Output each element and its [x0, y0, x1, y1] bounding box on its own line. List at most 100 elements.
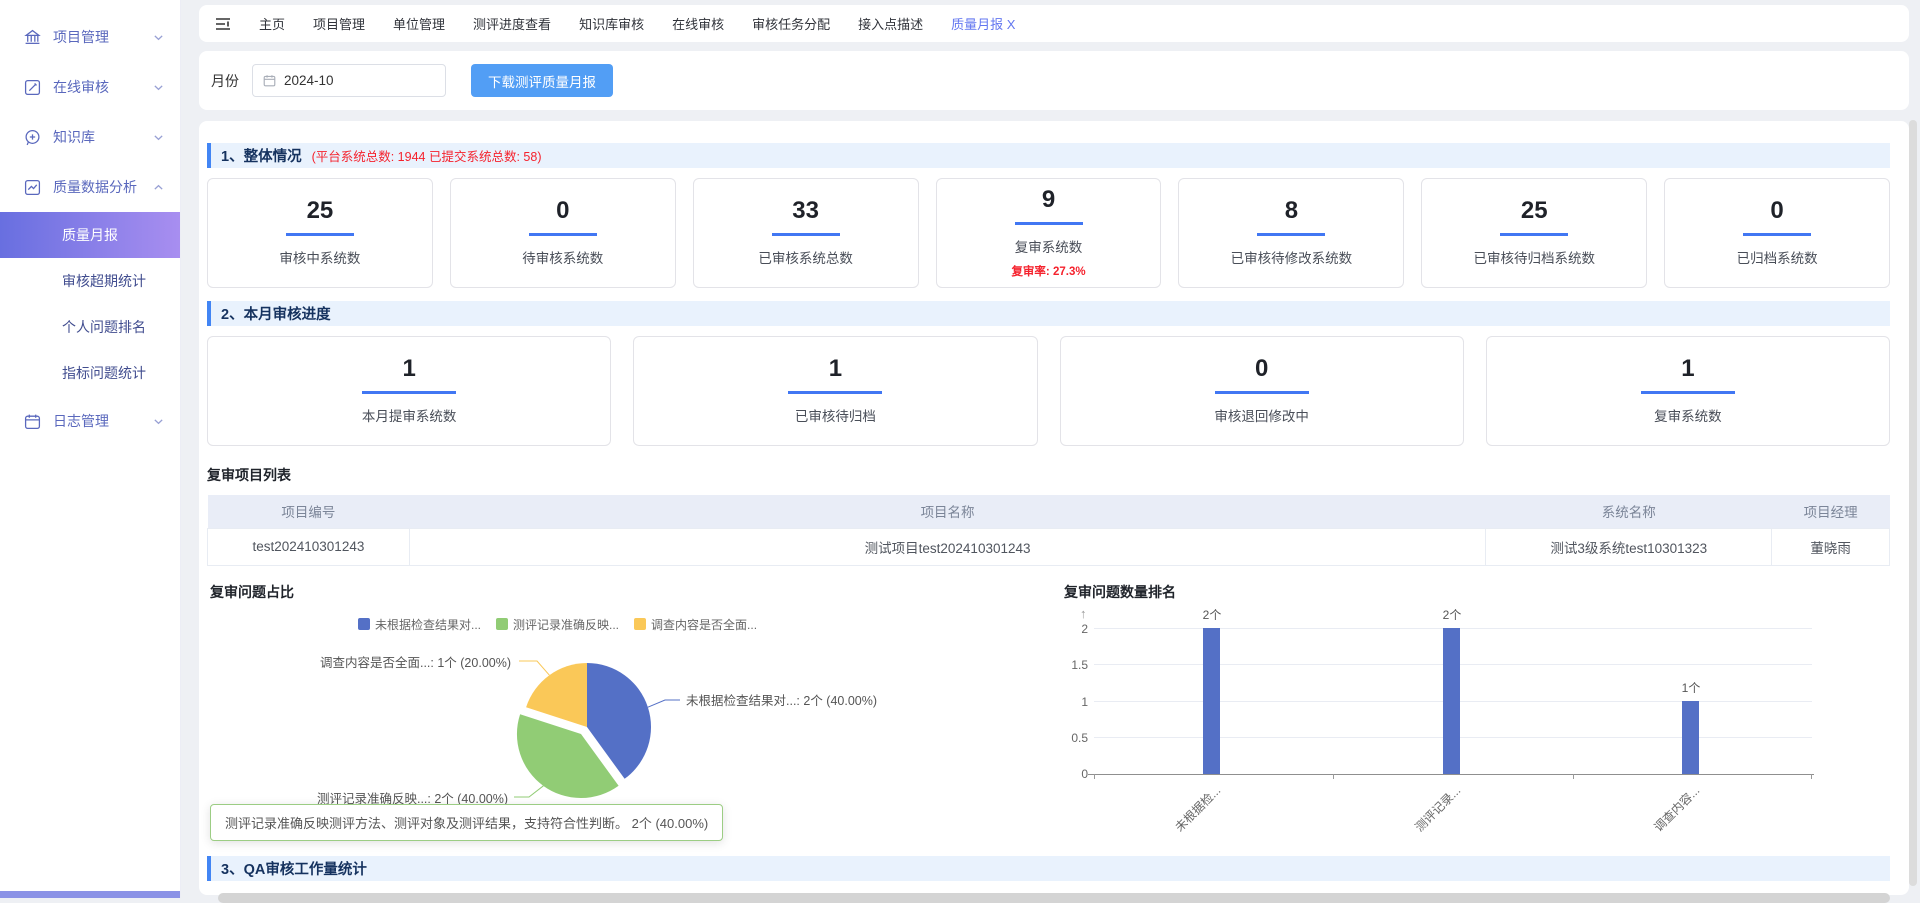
month-picker-input[interactable]: 2024-10	[252, 64, 446, 97]
section1-header: 1、整体情况 (平台系统总数: 1944 已提交系统总数: 58)	[207, 143, 1890, 168]
calendar-icon	[263, 74, 276, 87]
collapse-menu-icon[interactable]	[215, 17, 231, 31]
callout-line-green	[514, 785, 543, 796]
edit-square-icon	[24, 79, 41, 96]
table-row: test202410301243 测试项目test202410301243 测试…	[208, 528, 1890, 565]
review-project-table: 项目编号 项目名称 系统名称 项目经理 test202410301243 测试项…	[207, 495, 1890, 566]
stat-underline	[1500, 233, 1568, 236]
pie-chart-panel: 复审问题占比 未根据检查结果对... 测评记录准确反映... 调查内容是否全面.…	[210, 582, 962, 844]
pie-slice-yellow[interactable]	[526, 663, 587, 727]
bar-issue-1[interactable]	[1203, 628, 1220, 774]
y-tick: 0.5	[1064, 731, 1088, 745]
charts-row: 复审问题占比 未根据检查结果对... 测评记录准确反映... 调查内容是否全面.…	[207, 580, 1890, 844]
cell-project-name: 测试项目test202410301243	[409, 528, 1485, 565]
chevron-down-icon	[153, 82, 164, 93]
sidebar-item-online-review[interactable]: 在线审核	[0, 62, 180, 112]
stat-card-month-to-archive: 1 已审核待归档	[633, 336, 1037, 446]
table-header-row: 项目编号 项目名称 系统名称 项目经理	[208, 495, 1890, 528]
tab-close-icon[interactable]: X	[1007, 17, 1016, 32]
sidebar-subitem-label: 指标问题统计	[62, 363, 146, 383]
sidebar-item-label: 日志管理	[53, 411, 109, 431]
pie-tooltip: 测评记录准确反映测评方法、测评对象及测评结果，支持符合性判断。 2个 (40.0…	[210, 804, 723, 841]
cell-system-name: 测试3级系统test10301323	[1486, 528, 1772, 565]
pie-chart-title: 复审问题占比	[210, 582, 962, 602]
chevron-down-icon	[153, 132, 164, 143]
stat-card-month-submitted: 1 本月提审系统数	[207, 336, 611, 446]
tab-project-mgmt[interactable]: 项目管理	[313, 14, 365, 33]
col-project-manager: 项目经理	[1772, 495, 1890, 528]
col-project-id: 项目编号	[208, 495, 410, 528]
y-tick: 1	[1064, 695, 1088, 709]
stat-card-to-archive: 25 已审核待归档系统数	[1421, 178, 1647, 288]
download-report-button[interactable]: 下载测评质量月报	[471, 64, 613, 97]
bar-chart-title: 复审问题数量排名	[1064, 582, 1884, 602]
bank-icon	[24, 29, 41, 46]
sidebar-item-label: 项目管理	[53, 27, 109, 47]
chart-document-icon	[24, 179, 41, 196]
sidebar-item-log-mgmt[interactable]: 日志管理	[0, 396, 180, 446]
tab-eval-progress[interactable]: 测评进度查看	[473, 14, 551, 33]
tab-task-assignment[interactable]: 审核任务分配	[752, 14, 830, 33]
bar-issue-2[interactable]	[1443, 628, 1460, 774]
stat-label: 已审核待归档	[795, 405, 876, 425]
stat-card-to-modify: 8 已审核待修改系统数	[1178, 178, 1404, 288]
vertical-scrollbar[interactable]	[1909, 120, 1917, 886]
stat-label: 本月提审系统数	[362, 405, 457, 425]
bar-value-label: 2个	[1190, 606, 1234, 623]
stat-underline	[1641, 391, 1735, 394]
stat-value: 0	[1255, 357, 1268, 381]
report-content: 1、整体情况 (平台系统总数: 1944 已提交系统总数: 58) 25 审核中…	[199, 121, 1909, 895]
bar-issue-3[interactable]	[1682, 701, 1699, 774]
sidebar-bottom-strip	[0, 891, 180, 898]
section2-header: 2、本月审核进度	[207, 301, 1890, 326]
active-tab-label: 质量月报	[951, 17, 1003, 32]
sidebar-subitem-overdue-stats[interactable]: 审核超期统计	[0, 258, 180, 304]
chevron-down-icon	[153, 32, 164, 43]
legend-swatch-blue	[358, 618, 370, 630]
sidebar-item-project-mgmt[interactable]: 项目管理	[0, 12, 180, 62]
bar-plot-area: 2个 2个 1个	[1094, 628, 1812, 774]
stat-underline	[286, 233, 354, 236]
sidebar-item-knowledge-base[interactable]: 知识库	[0, 112, 180, 162]
col-project-name: 项目名称	[409, 495, 1485, 528]
pie-label-blue: 未根据检查结果对...: 2个 (40.00%)	[686, 690, 877, 709]
y-tick: 2	[1064, 622, 1088, 636]
review-table-title: 复审项目列表	[207, 465, 1890, 485]
stat-label: 复审系统数	[1654, 405, 1722, 425]
sidebar-subitem-indicator-issue-stats[interactable]: 指标问题统计	[0, 350, 180, 396]
tab-knowledge-review[interactable]: 知识库审核	[579, 14, 644, 33]
stat-underline	[1215, 391, 1309, 394]
bar-value-label: 1个	[1669, 679, 1713, 696]
tab-access-point[interactable]: 接入点描述	[858, 14, 923, 33]
sidebar-item-label: 知识库	[53, 127, 95, 147]
sidebar-subitem-personal-issue-ranking[interactable]: 个人问题排名	[0, 304, 180, 350]
stat-value: 25	[1521, 199, 1548, 223]
y-tick: 1.5	[1064, 658, 1088, 672]
section3-title: 3、QA审核工作量统计	[221, 858, 367, 879]
stat-underline	[1015, 222, 1083, 225]
tab-quality-monthly-report-active[interactable]: 质量月报 X	[951, 14, 1015, 33]
stat-underline	[362, 391, 456, 394]
chevron-up-icon	[153, 182, 164, 193]
tab-home[interactable]: 主页	[259, 14, 285, 33]
pie-label-yellow: 调查内容是否全面...: 1个 (20.00%)	[245, 652, 511, 671]
category-tick	[1573, 774, 1574, 779]
tab-online-review[interactable]: 在线审核	[672, 14, 724, 33]
stat-label: 已审核系统总数	[758, 247, 853, 267]
category-tick	[1094, 774, 1095, 779]
sidebar-item-quality-analysis[interactable]: 质量数据分析	[0, 162, 180, 212]
sidebar-subitem-quality-monthly-report[interactable]: 质量月报	[0, 212, 180, 258]
stat-label: 复审系统数	[1015, 236, 1083, 256]
tab-unit-mgmt[interactable]: 单位管理	[393, 14, 445, 33]
callout-line-blue	[648, 700, 680, 707]
section1-note: (平台系统总数: 1944 已提交系统总数: 58)	[312, 146, 542, 165]
stat-value: 9	[1042, 188, 1055, 212]
cell-project-manager: 董晓雨	[1772, 528, 1890, 565]
stat-card-archived: 0 已归档系统数	[1664, 178, 1890, 288]
sidebar-subitem-label: 审核超期统计	[62, 271, 146, 291]
callout-line-yellow	[519, 661, 549, 675]
month-label: 月份	[211, 71, 239, 91]
stat-card-pending-review: 0 待审核系统数	[450, 178, 676, 288]
sidebar-item-label: 在线审核	[53, 77, 109, 97]
bar-value-label: 2个	[1430, 606, 1474, 623]
